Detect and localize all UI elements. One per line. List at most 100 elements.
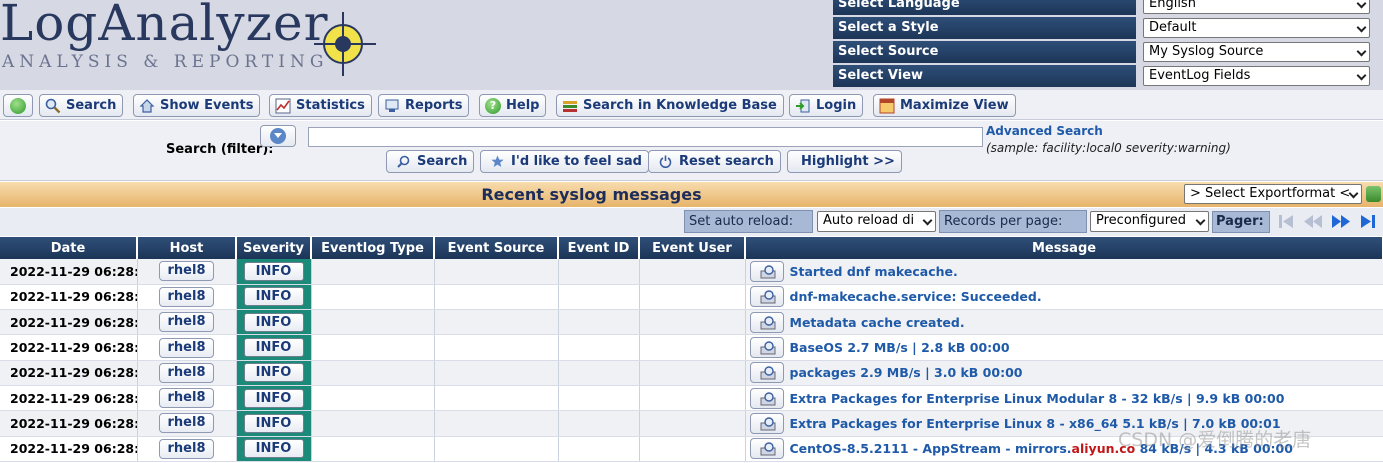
pager-previous-button[interactable] bbox=[1303, 212, 1323, 231]
event-user-cell bbox=[639, 360, 746, 386]
severity-badge[interactable]: INFO bbox=[243, 338, 304, 358]
column-header-severity[interactable]: Severity bbox=[236, 237, 312, 259]
date-cell: 2022-11-29 06:28:54 bbox=[0, 410, 138, 437]
host-cell: rhel8 bbox=[137, 360, 237, 386]
maximize-view-button[interactable]: Maximize View bbox=[873, 94, 1016, 117]
search-nav-button[interactable]: Search bbox=[39, 94, 124, 117]
table-row: 2022-11-29 06:28:55 rhel8 INFO Metadata … bbox=[0, 309, 1383, 336]
highlight-label: Highlight >> bbox=[801, 154, 895, 169]
date-cell: 2022-11-29 06:28:54 bbox=[0, 360, 138, 386]
severity-badge[interactable]: INFO bbox=[243, 287, 304, 307]
show-events-button[interactable]: Show Events bbox=[133, 94, 261, 117]
home-icon bbox=[10, 98, 26, 114]
feel-sad-button[interactable]: I'd like to feel sad bbox=[480, 150, 649, 173]
eventlog-type-cell bbox=[311, 259, 435, 285]
message-cell: Metadata cache created. bbox=[745, 309, 1383, 336]
reset-search-button[interactable]: Reset search bbox=[648, 150, 781, 173]
view-details-button[interactable] bbox=[749, 412, 784, 434]
severity-badge[interactable]: INFO bbox=[243, 388, 304, 408]
message-link[interactable]: Extra Packages for Enterprise Linux 8 - … bbox=[790, 416, 1281, 431]
column-header-message[interactable]: Message bbox=[745, 237, 1383, 259]
severity-badge[interactable]: INFO bbox=[243, 261, 304, 281]
column-header-event-id[interactable]: Event ID bbox=[558, 237, 640, 259]
last-page-icon bbox=[1361, 215, 1375, 228]
view-details-button[interactable] bbox=[749, 438, 784, 460]
host-button[interactable]: rhel8 bbox=[158, 388, 215, 409]
view-details-button[interactable] bbox=[749, 260, 784, 282]
knowledge-base-button[interactable]: Search in Knowledge Base bbox=[556, 94, 784, 117]
toggle-search-options-button[interactable] bbox=[260, 125, 296, 147]
view-select[interactable]: EventLog Fields bbox=[1143, 66, 1370, 86]
home-button[interactable] bbox=[3, 94, 33, 117]
pager-first-button[interactable] bbox=[1276, 212, 1296, 231]
event-source-cell bbox=[434, 309, 559, 336]
magnifier-icon bbox=[45, 98, 61, 114]
severity-cell: INFO bbox=[236, 385, 312, 412]
host-button[interactable]: rhel8 bbox=[158, 312, 215, 333]
magnifier-icon bbox=[760, 366, 775, 380]
statistics-button[interactable]: Statistics bbox=[269, 94, 372, 117]
host-button[interactable]: rhel8 bbox=[158, 261, 215, 282]
event-source-cell bbox=[434, 259, 559, 285]
power-icon bbox=[659, 155, 672, 168]
severity-cell: INFO bbox=[236, 334, 312, 361]
severity-badge[interactable]: INFO bbox=[243, 312, 304, 332]
column-header-eventlog-type[interactable]: Eventlog Type bbox=[311, 237, 435, 259]
message-link[interactable]: packages 2.9 MB/s | 3.0 kB 00:00 bbox=[790, 365, 1023, 380]
logo-title: LogAnalyzer bbox=[0, 0, 329, 52]
message-link[interactable]: dnf-makecache.service: Succeeded. bbox=[790, 289, 1042, 304]
host-button[interactable]: rhel8 bbox=[158, 413, 215, 434]
column-header-event-source[interactable]: Event Source bbox=[434, 237, 559, 259]
advanced-search-link[interactable]: Advanced Search bbox=[986, 124, 1103, 138]
style-setting: Select a Style Default bbox=[833, 17, 1383, 39]
column-header-event-user[interactable]: Event User bbox=[639, 237, 746, 259]
event-source-cell bbox=[434, 385, 559, 412]
view-details-button[interactable] bbox=[749, 362, 784, 384]
host-button[interactable]: rhel8 bbox=[158, 362, 215, 383]
message-link[interactable]: Started dnf makecache. bbox=[790, 264, 958, 279]
records-per-page-select[interactable]: Preconfigured bbox=[1090, 211, 1209, 232]
search-filter-input[interactable] bbox=[308, 127, 983, 147]
export-icon[interactable] bbox=[1366, 186, 1381, 202]
message-link[interactable]: Metadata cache created. bbox=[790, 315, 965, 330]
search-nav-label: Search bbox=[66, 98, 117, 113]
auto-reload-select[interactable]: Auto reload di bbox=[817, 211, 936, 232]
column-header-date[interactable]: Date bbox=[0, 237, 138, 259]
host-button[interactable]: rhel8 bbox=[158, 438, 215, 459]
host-button[interactable]: rhel8 bbox=[158, 337, 215, 358]
event-source-cell bbox=[434, 436, 559, 462]
maximize-icon bbox=[879, 98, 895, 114]
highlight-button[interactable]: Highlight >> bbox=[787, 150, 902, 173]
message-link[interactable]: Extra Packages for Enterprise Linux Modu… bbox=[790, 391, 1285, 406]
host-cell: rhel8 bbox=[137, 334, 237, 361]
message-link[interactable]: CentOS-8.5.2111 - AppStream - mirrors.al… bbox=[790, 441, 1293, 456]
export-format-select[interactable]: > Select Exportformat < bbox=[1184, 184, 1362, 204]
source-select[interactable]: My Syslog Source bbox=[1143, 42, 1370, 62]
view-details-button[interactable] bbox=[749, 387, 784, 409]
language-select[interactable]: English bbox=[1143, 0, 1370, 14]
crosshair-logo-icon bbox=[314, 12, 376, 76]
login-button[interactable]: Login bbox=[789, 94, 864, 117]
search-button[interactable]: Search bbox=[386, 150, 475, 173]
severity-badge[interactable]: INFO bbox=[243, 439, 304, 459]
severity-badge[interactable]: INFO bbox=[243, 363, 304, 383]
event-source-cell bbox=[434, 284, 559, 311]
eventlog-type-cell bbox=[311, 385, 435, 412]
severity-badge[interactable]: INFO bbox=[243, 413, 304, 433]
message-link[interactable]: BaseOS 2.7 MB/s | 2.8 kB 00:00 bbox=[790, 340, 1010, 355]
table-row: 2022-11-29 06:28:55 rhel8 INFO dnf-makec… bbox=[0, 284, 1383, 311]
view-details-button[interactable] bbox=[749, 286, 784, 308]
pager-last-button[interactable] bbox=[1358, 212, 1378, 231]
host-cell: rhel8 bbox=[137, 436, 237, 462]
style-select[interactable]: Default bbox=[1143, 18, 1370, 38]
reports-button[interactable]: Reports bbox=[378, 94, 470, 117]
eventlog-type-cell bbox=[311, 284, 435, 311]
view-details-button[interactable] bbox=[749, 337, 784, 359]
chevron-down-icon bbox=[1195, 215, 1206, 226]
message-cell: BaseOS 2.7 MB/s | 2.8 kB 00:00 bbox=[745, 334, 1383, 361]
help-button[interactable]: ? Help bbox=[479, 94, 547, 117]
column-header-host[interactable]: Host bbox=[137, 237, 237, 259]
host-button[interactable]: rhel8 bbox=[158, 286, 215, 307]
pager-next-button[interactable] bbox=[1331, 212, 1351, 231]
view-details-button[interactable] bbox=[749, 311, 784, 333]
